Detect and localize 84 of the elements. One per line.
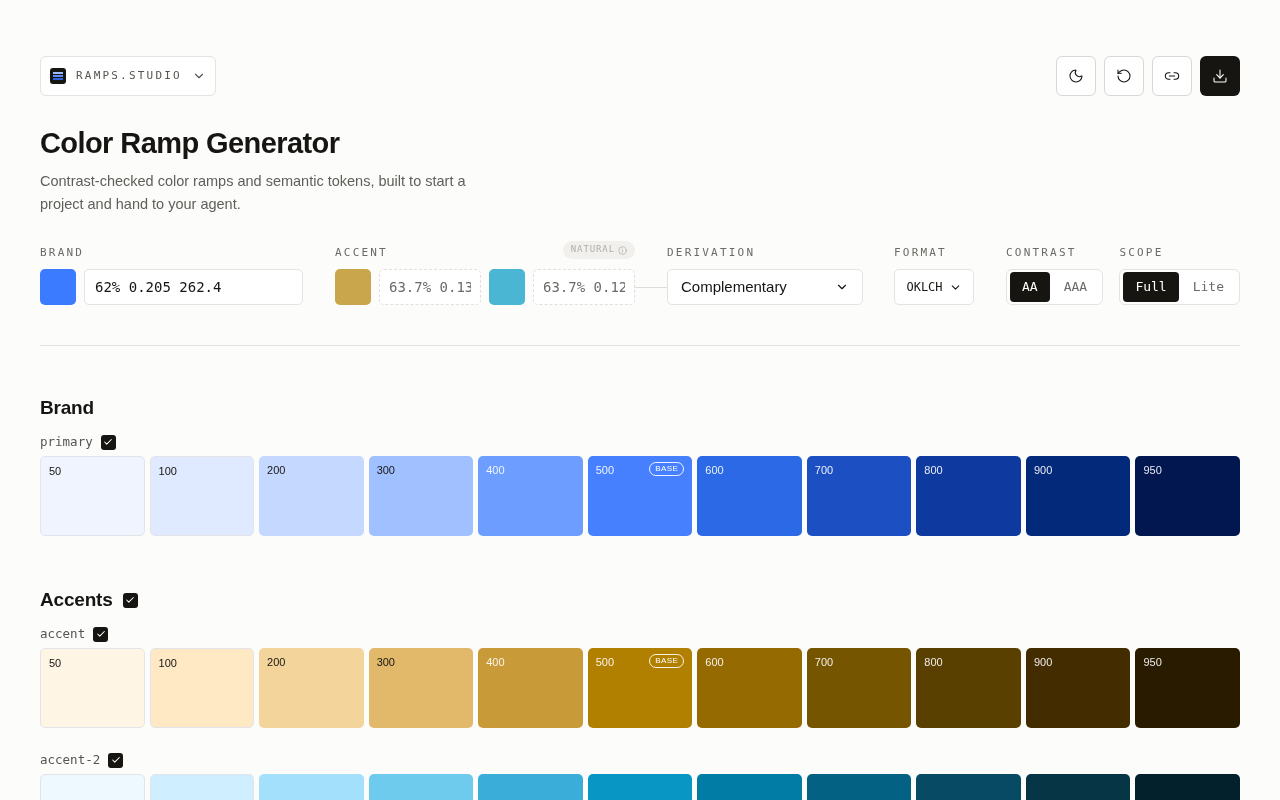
- color-swatch[interactable]: 900: [1025, 456, 1131, 536]
- color-swatch[interactable]: 900: [1025, 648, 1131, 728]
- logo-icon: [50, 68, 66, 84]
- swatch-label: 950: [1143, 463, 1162, 478]
- swatch-label: 200: [267, 655, 286, 670]
- page-description: Contrast-checked color ramps and semantic tokens, built to start a project and hand to your agent.: [40, 172, 467, 214]
- field-label: FORMAT: [894, 246, 948, 259]
- color-swatch[interactable]: 700: [806, 456, 912, 536]
- ramp-name: accent-2: [40, 750, 101, 769]
- toggle-option[interactable]: AA: [1010, 272, 1050, 302]
- color-swatch[interactable]: 200: [259, 456, 364, 536]
- check-icon: [103, 437, 114, 447]
- color-swatch[interactable]: 100: [149, 456, 255, 536]
- color-swatch[interactable]: 50: [40, 648, 145, 728]
- color-swatch[interactable]: 500 BASE: [587, 648, 693, 728]
- reset-button[interactable]: [1104, 56, 1144, 96]
- swatch-label: 300: [376, 463, 395, 478]
- color-swatch[interactable]: [335, 269, 371, 305]
- field-label: DERIVATION: [667, 246, 757, 259]
- color-swatch[interactable]: 800: [916, 456, 1021, 536]
- check-icon: [95, 629, 106, 639]
- swatch-label: 100: [158, 464, 177, 479]
- color-swatch[interactable]: 200: [259, 648, 364, 728]
- color-swatch[interactable]: 600: [697, 648, 802, 728]
- color-swatch[interactable]: 500 BASE: [587, 456, 693, 536]
- moon-icon: [1068, 68, 1084, 84]
- toggle-option[interactable]: Full: [1123, 272, 1179, 302]
- check-icon: [110, 755, 121, 765]
- color-swatch[interactable]: 100: [149, 648, 255, 728]
- share-link-button[interactable]: [1152, 56, 1192, 96]
- color-swatch[interactable]: 50: [40, 456, 145, 536]
- color-swatch[interactable]: 950: [1135, 456, 1240, 536]
- swatch-label: 500: [595, 655, 615, 670]
- swatch-label: 400: [486, 463, 505, 478]
- color-swatch[interactable]: 300: [368, 648, 474, 728]
- swatch-label: 400: [486, 655, 505, 670]
- field-label: CONTRAST: [1006, 246, 1078, 259]
- field-label: ACCENT: [335, 246, 388, 259]
- color-swatch[interactable]: [40, 269, 76, 305]
- swatch-label: 50: [49, 464, 62, 479]
- section-title: Brand: [40, 395, 94, 420]
- checkbox[interactable]: [100, 434, 116, 450]
- download-button[interactable]: [1200, 56, 1240, 96]
- color-swatch[interactable]: 700: [806, 648, 912, 728]
- swatch-label: 200: [267, 463, 286, 478]
- toggle-option[interactable]: Lite: [1180, 272, 1236, 302]
- swatch-label: 600: [705, 655, 724, 670]
- ramp-name: accent: [40, 624, 86, 643]
- checkbox[interactable]: [122, 592, 138, 608]
- swatch-label: 800: [924, 655, 943, 670]
- natural-badge: NATURAL: [562, 241, 635, 259]
- swatch-label: 50: [49, 656, 62, 671]
- page-title: Color Ramp Generator: [40, 126, 341, 160]
- checkbox[interactable]: [108, 752, 124, 768]
- swatch-label: 500: [595, 463, 615, 478]
- swatch-label: 900: [1033, 463, 1053, 478]
- color-input[interactable]: 62% 0.205 262.4: [84, 269, 303, 305]
- toggle-option[interactable]: AAA: [1051, 272, 1100, 302]
- check-icon: [125, 595, 136, 605]
- color-swatch[interactable]: 800: [916, 648, 1021, 728]
- swatch-label: 700: [814, 463, 834, 478]
- color-swatch[interactable]: [489, 269, 525, 305]
- swatch-label: 950: [1143, 655, 1162, 670]
- color-swatch[interactable]: 950: [1135, 648, 1240, 728]
- swatch-label: 900: [1033, 655, 1053, 670]
- swatch-label: 100: [158, 656, 177, 671]
- swatch-label: 600: [705, 463, 724, 478]
- info-icon: [618, 245, 627, 255]
- field-label: BRAND: [40, 246, 86, 259]
- download-icon: [1212, 68, 1228, 84]
- format-select[interactable]: OKLCH: [894, 269, 974, 305]
- derivation-select[interactable]: Complementary: [667, 269, 863, 305]
- brand-menu[interactable]: RAMPS.STUDIO: [40, 56, 216, 96]
- section-title: Accents: [40, 587, 113, 612]
- swatch-label: 700: [814, 655, 834, 670]
- dark-mode-button[interactable]: [1056, 56, 1096, 96]
- swatch-label: 800: [924, 463, 943, 478]
- field-label: SCOPE: [1119, 246, 1165, 259]
- checkbox[interactable]: [93, 626, 109, 642]
- swatch-label: 300: [376, 655, 395, 670]
- reset-icon: [1116, 68, 1132, 84]
- color-swatch[interactable]: 600: [697, 456, 802, 536]
- ramp-name: primary: [40, 432, 93, 451]
- color-swatch[interactable]: 300: [368, 456, 474, 536]
